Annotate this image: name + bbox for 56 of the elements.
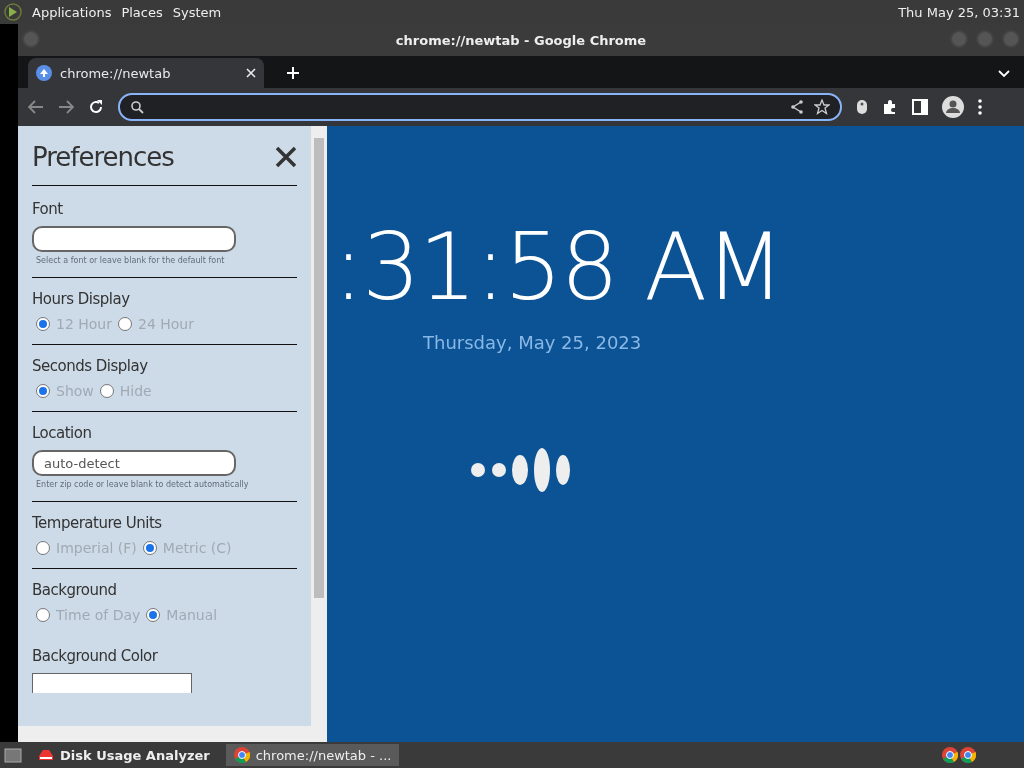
tab-favicon-icon <box>36 65 52 81</box>
close-icon[interactable] <box>275 145 297 168</box>
setting-label: Seconds Display <box>32 357 149 375</box>
loading-dots-icon <box>470 447 572 493</box>
radio-button[interactable] <box>146 608 161 622</box>
field-hint: Enter zip code or leave blank to detect automatically <box>36 480 250 489</box>
tab-title: chrome://newtab <box>60 65 172 81</box>
menu-item[interactable]: System <box>172 4 222 20</box>
chrome-icon[interactable] <box>942 747 958 763</box>
vertical-scrollbar[interactable] <box>311 126 327 726</box>
share-icon[interactable] <box>790 100 804 114</box>
forward-icon[interactable] <box>58 100 74 114</box>
reload-icon[interactable] <box>88 99 104 115</box>
taskbar-item[interactable]: chrome://newtab - ... <box>225 744 400 766</box>
setting-label: Font <box>32 200 64 218</box>
setting-label: Hours Display <box>32 290 131 308</box>
panel-title: Preferences <box>32 141 174 172</box>
logo-icon[interactable] <box>4 3 22 21</box>
window-title: chrome://newtab - Google Chrome <box>395 32 647 48</box>
setting-label: Location <box>32 424 93 442</box>
radio-button[interactable] <box>36 541 50 555</box>
setting-label: Background Color <box>32 647 159 665</box>
chrome-icon[interactable] <box>960 747 976 763</box>
radio-button[interactable] <box>36 317 50 331</box>
setting-label: Temperature Units <box>32 514 163 532</box>
more-menu-icon[interactable] <box>978 99 982 115</box>
color-field[interactable] <box>32 673 192 693</box>
side-panel-icon[interactable] <box>912 99 928 115</box>
field-hint: Select a font or leave blank for the default font <box>36 256 226 265</box>
profile-avatar-icon[interactable] <box>942 96 964 118</box>
extensions-icon[interactable] <box>882 99 898 115</box>
taskbar-item[interactable]: Disk Usage Analyzer <box>30 744 218 766</box>
radio-button[interactable] <box>118 317 132 331</box>
text-field[interactable]: auto-detect <box>32 450 236 476</box>
chevron-down-icon[interactable] <box>998 70 1010 78</box>
show-desktop-icon[interactable] <box>4 747 22 763</box>
back-icon[interactable] <box>28 100 44 114</box>
setting-label: Background <box>32 581 118 599</box>
panel-clock: Thu May 25, 03:31 <box>898 4 1020 20</box>
menu-item[interactable]: Applications <box>32 4 112 20</box>
radio-button[interactable] <box>142 541 157 555</box>
search-icon <box>130 100 144 114</box>
chrome-icon <box>233 747 250 763</box>
star-icon[interactable] <box>814 99 830 115</box>
address-bar[interactable] <box>118 93 842 121</box>
radio-button[interactable] <box>36 608 50 622</box>
text-field[interactable] <box>32 226 236 252</box>
browser-tab[interactable]: chrome://newtab <box>28 58 264 88</box>
radio-button[interactable] <box>99 384 114 398</box>
new-tab-icon[interactable] <box>286 66 300 80</box>
horizontal-scrollbar[interactable] <box>18 726 327 742</box>
mouse-icon[interactable] <box>856 99 868 115</box>
radio-button[interactable] <box>36 384 50 398</box>
clock-time: :31:58 AM <box>333 222 783 314</box>
clock-date: Thursday, May 25, 2023 <box>423 332 642 353</box>
menu-item[interactable]: Places <box>121 4 163 20</box>
